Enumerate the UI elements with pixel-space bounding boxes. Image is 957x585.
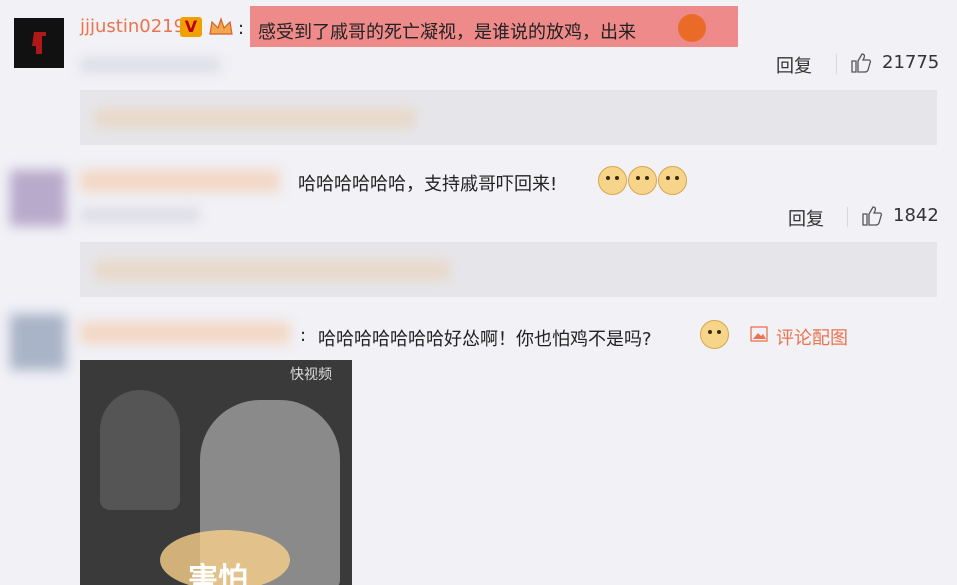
angry-emoji-icon bbox=[678, 14, 706, 42]
blurred-reply-line bbox=[95, 260, 450, 280]
blurred-username bbox=[80, 322, 290, 344]
blurred-time bbox=[80, 58, 220, 72]
image-watermark: 快视频 bbox=[290, 367, 332, 383]
avatar[interactable] bbox=[10, 170, 66, 226]
comment-text: 哈哈哈哈哈哈哈好怂啊！你也怕鸡不是吗? bbox=[318, 329, 652, 350]
crown-icon bbox=[208, 16, 234, 38]
thumbs-up-icon[interactable] bbox=[850, 52, 872, 74]
divider bbox=[836, 54, 837, 74]
comment-1: jjjustin0219 V : 感受到了戚哥的死亡凝视，是谁说的放鸡，出来 回… bbox=[0, 0, 957, 150]
avatar[interactable] bbox=[14, 18, 64, 68]
comment-text: 感受到了戚哥的死亡凝视，是谁说的放鸡，出来 bbox=[258, 22, 636, 43]
comment-text: 哈哈哈哈哈哈，支持戚哥吓回来! bbox=[298, 174, 558, 195]
dog-emoji-icon bbox=[628, 166, 657, 195]
dog-emoji-icon bbox=[598, 166, 627, 195]
divider bbox=[847, 207, 848, 227]
image-figure-left bbox=[100, 390, 180, 510]
comment-image-link[interactable]: 评论配图 bbox=[776, 324, 848, 350]
dog-emoji-icon bbox=[658, 166, 687, 195]
image-icon[interactable] bbox=[750, 326, 768, 342]
verified-icon: V bbox=[180, 17, 202, 37]
blurred-username bbox=[80, 170, 280, 192]
avatar-logo-icon bbox=[32, 32, 46, 54]
blurred-reply-line bbox=[95, 108, 415, 128]
avatar[interactable] bbox=[10, 314, 66, 370]
like-count: 21775 bbox=[882, 52, 940, 73]
dog-emoji-icon bbox=[700, 320, 729, 349]
image-caption: 害怕 bbox=[188, 562, 248, 585]
comment-3: : 哈哈哈哈哈哈哈好怂啊！你也怕鸡不是吗? 评论配图 快视频 害怕 bbox=[0, 300, 957, 585]
like-count: 1842 bbox=[893, 205, 939, 226]
comment-2: 哈哈哈哈哈哈，支持戚哥吓回来! 回复 1842 bbox=[0, 150, 957, 300]
reply-button[interactable]: 回复 bbox=[788, 205, 824, 231]
comment-image[interactable]: 快视频 害怕 bbox=[80, 360, 352, 585]
username[interactable]: jjjustin0219 bbox=[80, 16, 185, 37]
colon: : bbox=[300, 325, 307, 346]
reply-button[interactable]: 回复 bbox=[776, 52, 812, 78]
blurred-time bbox=[80, 208, 200, 222]
colon: : bbox=[238, 18, 245, 39]
thumbs-up-icon[interactable] bbox=[861, 205, 883, 227]
